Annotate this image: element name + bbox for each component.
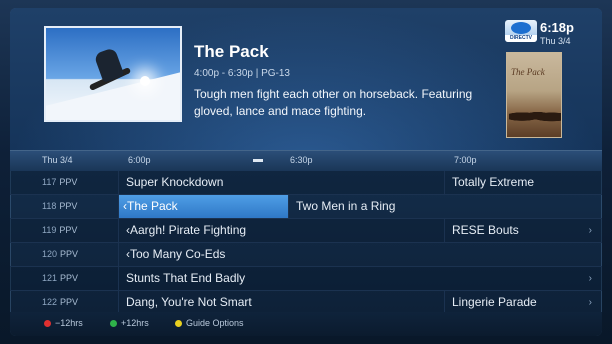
guide-row: 119 PPV ‹Aargh! Pirate Fighting RESE Bouts › — [10, 219, 602, 243]
program-title: The Pack — [194, 42, 269, 61]
channel-label: 118 PPV — [42, 201, 78, 211]
header-time-1: 6:00p — [128, 155, 151, 165]
guide-row: 118 PPV ‹The Pack Two Men in a Ring — [10, 195, 602, 219]
directv-logo: DIRECTV — [505, 20, 537, 42]
program-description: Tough men fight each other on horseback.… — [194, 87, 473, 118]
program-meta: 4:00p - 6:30p | PG-13 — [194, 68, 290, 79]
poster-title: The Pack — [511, 67, 545, 77]
guide-options-key[interactable]: Guide Options — [175, 318, 244, 328]
guide-grid: 117 PPV Super Knockdown Totally Extreme 118 P… — [10, 171, 602, 315]
yellow-button-icon — [175, 320, 182, 327]
program-cell[interactable]: Super Knockdown — [118, 171, 444, 194]
chevron-right-icon: › — [588, 273, 592, 284]
horses-image — [509, 107, 561, 123]
channel-label: 120 PPV — [42, 249, 79, 259]
program-cell[interactable]: Dang, You're Not Smart — [118, 291, 444, 314]
program-cell[interactable]: Lingerie Parade — [444, 291, 602, 314]
chevron-right-icon: › — [588, 297, 592, 308]
tv-screen: The Pack 4:00p - 6:30p | PG-13 Tough men… — [0, 0, 612, 344]
guide-frame: The Pack 4:00p - 6:30p | PG-13 Tough men… — [10, 8, 602, 336]
current-time: 6:18p — [540, 20, 574, 35]
red-button-icon — [44, 320, 51, 327]
header-time-2: 6:30p — [290, 155, 313, 165]
program-poster: The Pack — [506, 52, 562, 138]
program-cell[interactable]: RESE Bouts — [444, 219, 602, 242]
guide-row: 120 PPV ‹Too Many Co-Eds — [10, 243, 602, 267]
program-cell-selected[interactable]: ‹The Pack — [118, 195, 288, 218]
guide-time-header: Thu 3/4 6:00p 6:30p 7:00p — [10, 150, 602, 171]
green-button-icon — [110, 320, 117, 327]
header-date: Thu 3/4 — [42, 155, 73, 165]
channel-label: 121 PPV — [42, 273, 79, 283]
globe-icon — [511, 22, 531, 34]
guide-footer: −12hrs +12hrs Guide Options — [10, 312, 602, 336]
program-cell[interactable]: ‹Too Many Co-Eds — [118, 243, 602, 266]
channel-label: 122 PPV — [42, 297, 79, 307]
program-preview-image — [44, 26, 182, 122]
program-info-panel: The Pack 4:00p - 6:30p | PG-13 Tough men… — [10, 8, 602, 150]
program-cell[interactable]: Stunts That End Badly — [118, 267, 602, 290]
program-cell[interactable]: Two Men in a Ring — [288, 195, 602, 218]
chevron-right-icon: › — [588, 225, 592, 236]
current-date: Thu 3/4 — [540, 36, 571, 46]
program-cell[interactable]: Totally Extreme — [444, 171, 602, 194]
channel-label: 117 PPV — [42, 177, 78, 187]
program-cell[interactable]: ‹Aargh! Pirate Fighting — [118, 219, 444, 242]
channel-label: 119 PPV — [42, 225, 78, 235]
guide-row: 121 PPV Stunts That End Badly › — [10, 267, 602, 291]
minus-12hrs-key[interactable]: −12hrs — [44, 318, 83, 328]
current-time-marker — [253, 159, 263, 162]
header-time-3: 7:00p — [454, 155, 477, 165]
plus-12hrs-key[interactable]: +12hrs — [110, 318, 149, 328]
guide-row: 117 PPV Super Knockdown Totally Extreme — [10, 171, 602, 195]
